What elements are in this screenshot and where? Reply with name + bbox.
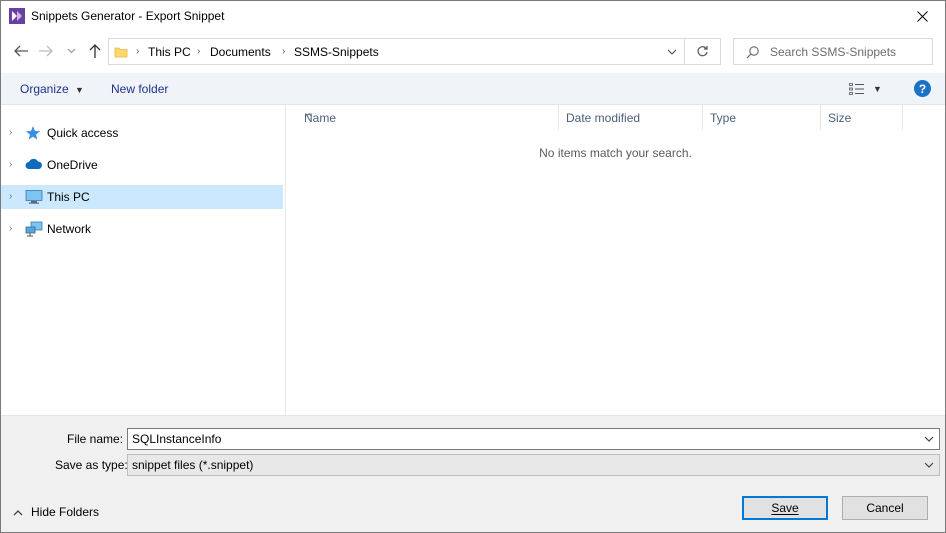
chevron-down-icon [924,462,934,468]
title-bar: Snippets Generator - Export Snippet [1,1,945,32]
app-icon [9,8,25,24]
nav-item-label: Network [47,222,92,236]
monitor-icon [25,189,43,205]
chevron-right-icon: › [9,191,13,202]
search-box[interactable] [733,38,933,65]
organize-button[interactable]: Organize ▼ [20,82,84,96]
nav-item-label: Quick access [47,126,119,140]
window-title: Snippets Generator - Export Snippet [31,9,225,23]
address-bar[interactable]: › This PC › Documents › SSMS-Snippets [108,38,685,65]
save-dialog: Snippets Generator - Export Snippet › Th… [0,0,946,533]
column-header-size[interactable]: Size [821,105,903,130]
nav-item-network[interactable]: › Network [1,217,283,241]
new-folder-button[interactable]: New folder [111,82,168,96]
search-icon [746,45,760,62]
breadcrumb-this-pc[interactable]: This PC [148,45,191,59]
chevron-down-icon [667,49,677,55]
nav-item-label: This PC [47,190,90,204]
column-header-label: Date modified [566,111,641,125]
file-name-label: File name: [67,432,124,446]
breadcrumb-separator-icon: › [282,46,286,57]
save-type-dropdown-button[interactable] [919,455,939,475]
command-bar: Organize ▼ New folder ▼ ? [1,73,945,105]
help-button[interactable]: ? [914,80,931,97]
arrow-right-icon [39,45,53,57]
details-view-icon [849,83,864,95]
empty-list-message: No items match your search. [539,146,692,160]
breadcrumb-separator-icon: › [197,46,201,57]
arrow-left-icon [14,45,28,57]
chevron-right-icon: › [9,223,13,234]
nav-item-this-pc[interactable]: › This PC [1,185,283,209]
breadcrumb-ssms-snippets[interactable]: SSMS-Snippets [294,45,379,59]
hide-folders-label: Hide Folders [31,505,100,519]
change-view-button[interactable]: ▼ [849,80,891,98]
file-name-input[interactable] [132,431,912,447]
recent-locations-button[interactable] [64,41,78,61]
search-input[interactable] [770,43,928,60]
close-button[interactable] [899,1,945,32]
column-header-type[interactable]: Type [703,105,821,130]
breadcrumb-documents[interactable]: Documents [210,45,271,59]
breadcrumb-separator-icon: › [136,46,140,57]
star-icon [25,125,43,141]
save-type-dropdown[interactable]: snippet files (*.snippet) [127,454,940,476]
cloud-icon [25,157,43,173]
column-header-date-modified[interactable]: Date modified [559,105,703,130]
file-name-dropdown-button[interactable] [919,429,939,449]
chevron-down-icon [67,48,75,54]
chevron-down-icon: ▼ [873,84,882,94]
column-header-label: Type [710,111,737,125]
organize-label: Organize [20,82,69,96]
up-button[interactable] [85,41,105,61]
save-type-value: snippet files (*.snippet) [132,458,254,472]
refresh-button[interactable] [685,38,721,65]
cancel-button[interactable]: Cancel [842,496,928,520]
save-button-label: Save [771,501,799,515]
file-list: Name ⌃ Date modified Type Size No items … [286,105,945,415]
column-header-name[interactable]: Name ⌃ [297,105,559,130]
chevron-right-icon: › [9,127,13,138]
address-dropdown-button[interactable] [660,39,684,64]
folder-icon [114,45,128,62]
file-name-combobox[interactable] [127,428,940,450]
chevron-down-icon [924,436,934,442]
hide-folders-button[interactable]: Hide Folders [13,504,99,520]
nav-item-label: OneDrive [47,158,98,172]
close-icon [916,11,928,22]
nav-item-onedrive[interactable]: › OneDrive [1,153,283,177]
back-button[interactable] [11,41,31,61]
chevron-up-icon [13,509,23,515]
save-type-label: Save as type: [55,458,128,472]
refresh-icon [697,46,708,57]
chevron-down-icon: ▼ [75,85,84,95]
arrow-up-icon [89,44,101,58]
network-icon [25,221,43,237]
forward-button[interactable] [36,41,56,61]
chevron-right-icon: › [9,159,13,170]
save-options-panel: File name: Save as type: snippet files (… [1,415,945,532]
sort-ascending-icon: ⌃ [304,111,315,125]
column-header-label: Size [828,111,852,125]
save-button[interactable]: Save [742,496,828,520]
nav-item-quick-access[interactable]: › Quick access [1,121,283,145]
navigation-pane: › Quick access › OneDrive › This PC › Ne… [1,105,286,415]
